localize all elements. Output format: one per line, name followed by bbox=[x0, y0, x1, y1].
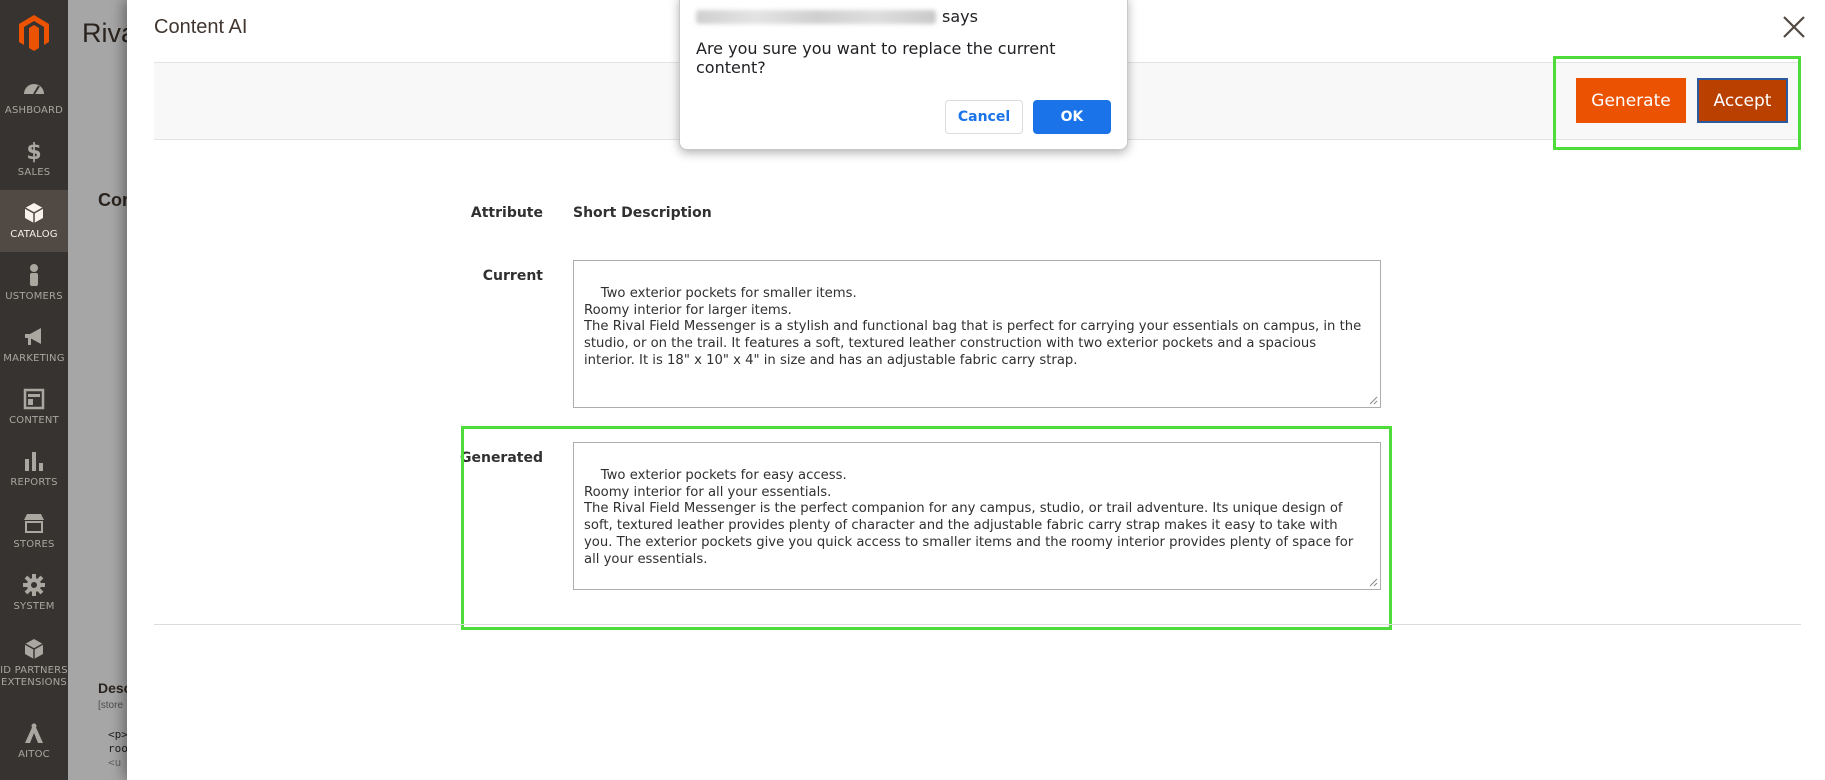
sidebar-item-label: REPORTS bbox=[10, 477, 58, 488]
sidebar-item-label: CATALOG bbox=[10, 229, 58, 240]
sidebar-item-label: USTOMERS bbox=[5, 291, 63, 302]
sidebar-item-stores[interactable]: STORES bbox=[0, 500, 68, 562]
sidebar-item-system[interactable]: SYSTEM bbox=[0, 562, 68, 624]
cube-icon bbox=[24, 639, 44, 659]
sidebar-item-content[interactable]: CONTENT bbox=[0, 376, 68, 438]
dialog-origin: says bbox=[696, 7, 978, 26]
bar-chart-icon bbox=[25, 452, 43, 471]
dialog-message: Are you sure you want to replace the cur… bbox=[696, 39, 1056, 77]
modal-title: Content AI bbox=[154, 16, 248, 38]
megaphone-icon bbox=[25, 328, 41, 345]
layout-icon bbox=[23, 388, 45, 410]
highlight-box-toolbar bbox=[1553, 56, 1801, 150]
svg-text:$: $ bbox=[26, 140, 41, 163]
box-icon bbox=[24, 203, 44, 223]
aitoc-icon bbox=[25, 723, 43, 743]
sidebar-item-label: ID PARTNERS EXTENSIONS bbox=[0, 665, 68, 688]
sidebar-item-label: AITOC bbox=[18, 749, 50, 760]
cancel-button[interactable]: Cancel bbox=[945, 100, 1023, 134]
highlight-box-generated bbox=[461, 426, 1392, 630]
person-icon bbox=[30, 264, 38, 286]
current-textarea[interactable]: Two exterior pockets for smaller items. … bbox=[573, 260, 1381, 408]
current-label: Current bbox=[482, 268, 543, 284]
confirm-dialog: says Are you sure you want to replace th… bbox=[679, 0, 1128, 150]
sidebar-item-label: SALES bbox=[17, 167, 51, 178]
magento-logo-icon[interactable] bbox=[0, 0, 68, 66]
blurred-origin-url bbox=[696, 9, 936, 24]
dashboard-icon bbox=[24, 84, 44, 95]
close-icon[interactable] bbox=[1781, 14, 1807, 40]
attribute-value: Short Description bbox=[573, 205, 712, 221]
resize-grip-icon[interactable] bbox=[1369, 396, 1378, 405]
current-text: Two exterior pockets for smaller items. … bbox=[584, 285, 1362, 368]
sidebar-item-label: CONTENT bbox=[9, 415, 59, 426]
attribute-label: Attribute bbox=[470, 205, 543, 221]
sidebar-item-partners-extensions[interactable]: ID PARTNERS EXTENSIONS bbox=[0, 628, 68, 698]
sidebar-item-label: STORES bbox=[13, 539, 55, 550]
divider bbox=[154, 624, 1801, 625]
sidebar-item-reports[interactable]: REPORTS bbox=[0, 438, 68, 500]
gear-icon bbox=[23, 574, 45, 596]
ok-button[interactable]: OK bbox=[1033, 100, 1111, 134]
sidebar-item-label: SYSTEM bbox=[13, 601, 55, 612]
dollar-icon: $ bbox=[26, 140, 41, 163]
sidebar-item-dashboard[interactable]: ASHBOARD bbox=[0, 66, 68, 128]
dialog-origin-suffix: says bbox=[942, 7, 978, 26]
store-icon bbox=[24, 514, 44, 533]
sidebar-item-sales[interactable]: $ SALES bbox=[0, 128, 68, 190]
sidebar-item-label: ASHBOARD bbox=[4, 105, 64, 116]
sidebar-item-customers[interactable]: USTOMERS bbox=[0, 252, 68, 314]
sidebar-item-catalog[interactable]: CATALOG bbox=[0, 190, 68, 252]
sidebar-item-marketing[interactable]: MARKETING bbox=[0, 314, 68, 376]
sidebar-item-label: MARKETING bbox=[3, 353, 65, 364]
admin-sidebar: ASHBOARD $ SALES CATALOG USTOMERS MARKET… bbox=[0, 0, 68, 780]
sidebar-item-aitoc[interactable]: AITOC bbox=[0, 710, 68, 772]
